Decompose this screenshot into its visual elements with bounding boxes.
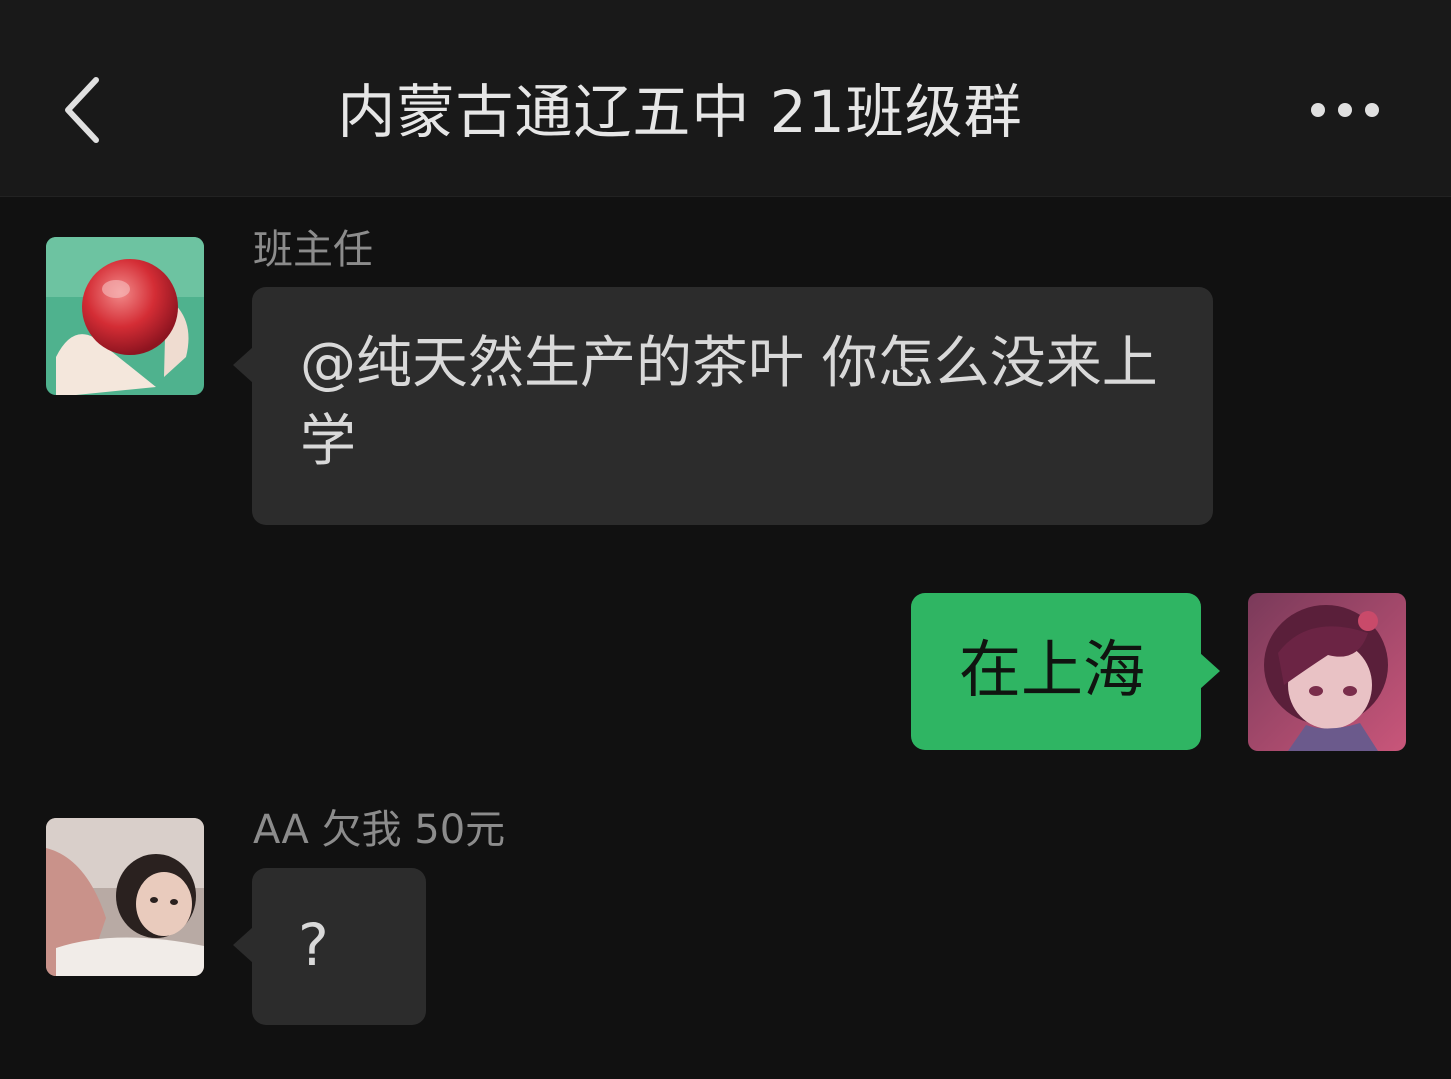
chat-header: 内蒙古通辽五中 21班级群: [0, 0, 1451, 197]
sender-name: 班主任: [253, 227, 373, 273]
bubble-tail: [233, 347, 253, 383]
chat-title: 内蒙古通辽五中 21班级群: [337, 78, 1023, 146]
message-text: 在上海: [959, 633, 1146, 706]
bubble-tail: [233, 927, 253, 963]
woman-photo-avatar[interactable]: [46, 818, 204, 976]
apple-avatar[interactable]: [46, 237, 204, 395]
anime-girl-avatar[interactable]: [1248, 593, 1406, 751]
bubble-tail: [1200, 653, 1220, 689]
message-bubble[interactable]: 在上海: [911, 593, 1201, 750]
message-list[interactable]: 班主任 @纯天然生产的茶叶 你怎么没来上学 在上海 AA 欠我 50元 ?: [0, 197, 1451, 1079]
message-bubble[interactable]: ?: [252, 868, 426, 1025]
more-options-button[interactable]: [1300, 90, 1396, 130]
sender-name: AA 欠我 50元: [253, 807, 506, 853]
ellipsis-icon: [1311, 103, 1379, 117]
message-text: @纯天然生产的茶叶 你怎么没来上学: [300, 331, 1158, 474]
message-text: ?: [298, 911, 329, 979]
message-bubble[interactable]: @纯天然生产的茶叶 你怎么没来上学: [252, 287, 1213, 525]
